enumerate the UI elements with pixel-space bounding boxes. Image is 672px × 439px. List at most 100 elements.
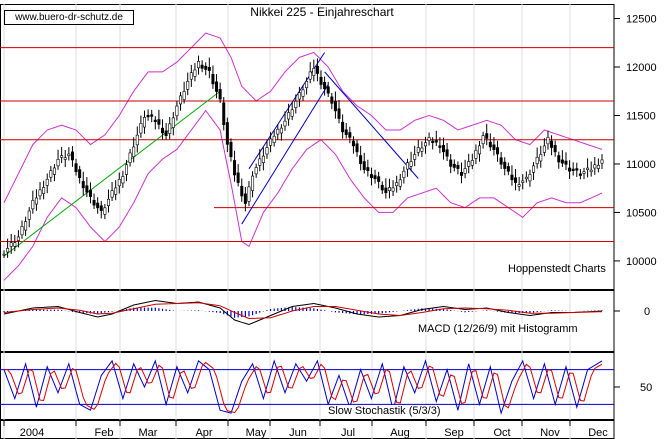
price-candle [63,157,67,160]
price-bars [2,55,604,259]
price-candle [233,160,237,176]
price-candle [142,117,146,128]
price-candle [42,187,46,194]
price-candle [175,105,179,117]
price-candle [405,162,409,170]
price-candle [215,81,219,92]
price-candle [409,161,413,167]
price-candle [596,164,600,169]
price-candle [485,133,489,139]
price-candle [189,72,193,80]
price-candle [218,89,222,100]
price-candle [70,151,74,161]
price-candle [326,86,330,94]
price-candle [337,108,341,119]
price-candle [366,167,370,172]
price-candle [387,187,391,191]
price-candle [240,185,244,197]
price-candle [261,155,265,163]
price-candle [391,187,395,192]
trend-lines [3,52,419,257]
price-candle [369,174,373,178]
price-candle [283,120,287,127]
price-candle [470,160,474,166]
price-candle [506,166,510,172]
price-candle [496,147,500,155]
price-candle [78,169,82,179]
x-tick-label: Dec [588,427,608,439]
price-candle [243,193,247,204]
price-candle [99,205,103,211]
price-candle [546,137,550,145]
price-candle [161,127,165,134]
price-candle [341,121,345,133]
price-candle [287,112,291,120]
price-candle [359,155,363,164]
price-candle [452,163,456,168]
price-candle [431,140,435,143]
price-candle [27,210,31,220]
price-candle [60,155,64,158]
price-candle [560,159,564,164]
price-candle [521,180,525,183]
price-candle [333,100,337,112]
price-candle [557,155,561,163]
x-tick-label: Jun [289,427,307,439]
stochastic-k-line [3,359,603,415]
price-candle [269,138,273,146]
price-candle [449,159,453,167]
price-candle [351,140,355,147]
y-tick-label: 12500 [626,14,657,26]
price-candle [301,89,305,97]
price-candle [416,147,420,153]
price-candle [31,200,35,210]
x-tick-label: Sep [444,427,464,439]
stochastic-tick-label: 50 [640,382,652,394]
price-candle [236,172,240,183]
price-candle [146,114,150,118]
price-candle [74,163,78,173]
price-candle [427,137,431,141]
price-candle [114,187,118,195]
price-candle [398,179,402,187]
price-candle [9,242,13,247]
price-candle [135,134,139,146]
price-candle [571,168,575,171]
price-candle [377,176,381,182]
x-tick-label: Aug [390,427,410,439]
price-candle [348,132,352,138]
price-candle [20,226,24,236]
price-candle [434,140,438,143]
price-candle [6,248,10,253]
x-tick-label: Apr [195,427,212,439]
channel-lower-line [241,84,329,225]
price-candle [247,186,251,202]
price-candle [96,202,100,209]
macd-label: MACD (12/26/9) mit Histogramm [416,323,580,335]
price-candle [207,67,211,71]
price-candle [308,71,312,80]
price-candle [380,184,384,191]
price-candle [589,169,593,173]
macd-panel [3,299,603,326]
price-candle [49,170,53,178]
price-candle [492,144,496,150]
y-tick-label: 11000 [626,159,656,171]
price-candle [34,197,38,205]
price-candle [528,174,532,182]
price-candle [344,129,348,135]
price-candle [132,146,136,157]
price-candle [323,82,327,90]
x-tick-label: Nov [540,427,560,439]
price-candle [532,165,536,173]
price-candle [542,145,546,153]
price-candle [182,91,186,100]
price-candle [445,149,449,157]
price-candle [355,143,359,153]
price-candle [258,158,262,166]
y-tick-label: 10500 [626,207,657,219]
price-candle [413,154,417,160]
price-candle [395,182,399,187]
price-candle [85,185,89,193]
price-candle [463,168,467,174]
